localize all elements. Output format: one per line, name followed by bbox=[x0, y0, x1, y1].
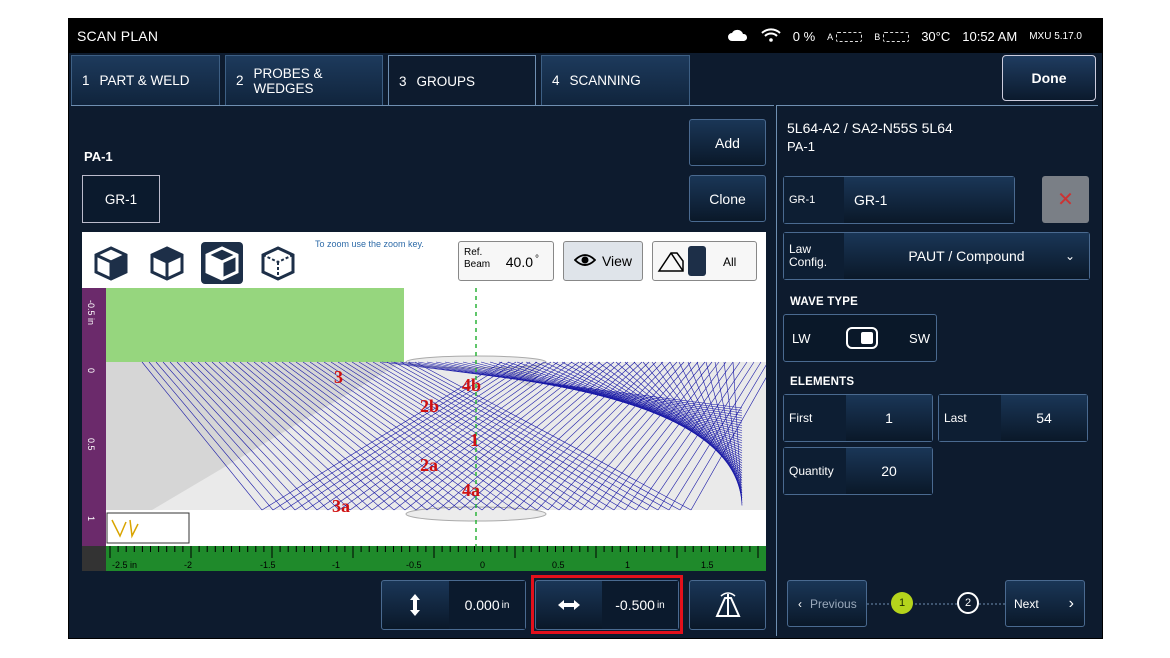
probe-wedge-title: 5L64-A2 / SA2-N55S 5L64 bbox=[787, 120, 953, 136]
weld-zone-label: 4b bbox=[462, 375, 481, 395]
horizontal-ruler-label: -2 bbox=[184, 560, 192, 570]
vertical-offset-control[interactable]: 0.000 in bbox=[381, 580, 526, 630]
add-button[interactable]: Add bbox=[689, 119, 766, 166]
probe-flip-icon bbox=[690, 581, 765, 629]
wave-type-title: WAVE TYPE bbox=[790, 296, 859, 308]
view-button[interactable]: View bbox=[563, 241, 643, 281]
chevron-left-icon: ‹ bbox=[798, 596, 802, 611]
law-config-dropdown[interactable]: Law Config. PAUT / Compound ⌄ bbox=[783, 232, 1090, 280]
battery-percent: 0 % bbox=[792, 29, 816, 44]
first-element-value: 1 bbox=[846, 395, 932, 441]
page-indicator-2[interactable]: 2 bbox=[957, 592, 979, 614]
eye-icon bbox=[573, 253, 597, 270]
ref-beam-value: 40.0 bbox=[505, 254, 533, 270]
scan-plan-screen: SCAN PLAN 0 % A B 30°C 10:52 AM MXU 5.17… bbox=[68, 18, 1103, 639]
tab-part-weld[interactable]: 1 PART & WELD bbox=[71, 55, 220, 105]
wifi-icon bbox=[761, 28, 781, 45]
weld-zone-label: 2a bbox=[420, 455, 438, 475]
group-name-value: GR-1 bbox=[844, 177, 1014, 223]
legend-box bbox=[106, 512, 190, 544]
delete-group-button[interactable]: ✕ bbox=[1042, 176, 1089, 223]
last-element-value: 54 bbox=[1001, 395, 1087, 441]
clock: 10:52 AM bbox=[962, 29, 1018, 44]
vertical-ruler-label: 1 bbox=[86, 516, 96, 521]
zoom-hint: To zoom use the zoom key. bbox=[315, 239, 424, 249]
last-element-field[interactable]: Last 54 bbox=[938, 394, 1088, 442]
view-3d-top-cube-icon[interactable] bbox=[146, 242, 188, 284]
temperature: 30°C bbox=[921, 29, 951, 44]
horizontal-ruler-label: 0.5 bbox=[552, 560, 565, 570]
status-bar: 0 % A B 30°C 10:52 AM MXU 5.17.0 bbox=[727, 28, 1082, 45]
scan-plan-viewer: To zoom use the zoom key. Ref. Beam 40.0 °… bbox=[82, 232, 766, 571]
display-all-toggle[interactable]: All bbox=[652, 241, 757, 281]
version: MXU 5.17.0 bbox=[1029, 31, 1082, 42]
tab-scanning[interactable]: 4 SCANNING bbox=[541, 55, 690, 105]
weld-shape-icon bbox=[657, 249, 685, 278]
tab-probes-wedges[interactable]: 2 PROBES & WEDGES bbox=[225, 55, 383, 105]
previous-button[interactable]: ‹ Previous bbox=[787, 580, 867, 627]
horizontal-ruler-label: -1.5 bbox=[260, 560, 276, 570]
horizontal-ruler-label: -2.5 in bbox=[112, 560, 137, 570]
vertical-ruler-label: 0.5 bbox=[86, 438, 96, 451]
weld-zone-label: 2b bbox=[420, 396, 439, 416]
ref-beam-field[interactable]: Ref. Beam 40.0 ° bbox=[458, 241, 554, 281]
highlight-box bbox=[531, 575, 683, 634]
first-element-field[interactable]: First 1 bbox=[783, 394, 933, 442]
close-icon: ✕ bbox=[1057, 189, 1074, 211]
probe-orientation-button[interactable] bbox=[689, 580, 766, 630]
group-selector-button[interactable]: GR-1 bbox=[82, 175, 160, 223]
weld-beam-scene: 3 4b 2b 1 2a 4a 3a -0.5 in 0 0.5 1 -2.5 in -2 -1.5 -… bbox=[82, 288, 766, 571]
probe-subtitle: PA-1 bbox=[787, 139, 815, 154]
top-bar: SCAN PLAN 0 % A B 30°C 10:52 AM MXU 5.17… bbox=[69, 19, 1102, 53]
vertical-offset-value: 0.000 bbox=[464, 597, 500, 613]
weld-zone-label: 4a bbox=[462, 480, 480, 500]
view-3d-side-cube-icon[interactable] bbox=[201, 242, 243, 284]
app-title: SCAN PLAN bbox=[77, 28, 159, 44]
page-indicator-1[interactable]: 1 bbox=[891, 592, 913, 614]
vertical-arrows-icon bbox=[382, 581, 448, 629]
pager-track bbox=[867, 603, 1007, 605]
horizontal-ruler-label: 1.5 bbox=[701, 560, 714, 570]
quantity-value: 20 bbox=[846, 448, 932, 494]
elements-title: ELEMENTS bbox=[790, 376, 855, 388]
next-button[interactable]: Next › bbox=[1005, 580, 1085, 627]
horizontal-ruler-label: 0 bbox=[480, 560, 485, 570]
clone-button[interactable]: Clone bbox=[689, 175, 766, 222]
horizontal-ruler-label: -0.5 bbox=[406, 560, 422, 570]
group-name-field[interactable]: GR-1 GR-1 bbox=[783, 176, 1015, 224]
weld-zone-label: 3 bbox=[334, 367, 343, 387]
horizontal-ruler-label: -1 bbox=[332, 560, 340, 570]
weld-zone-label: 3a bbox=[332, 496, 350, 516]
cloud-icon bbox=[727, 28, 749, 45]
probe-assembly-label: PA-1 bbox=[84, 149, 113, 164]
chevron-right-icon: › bbox=[1068, 594, 1074, 612]
vertical-ruler bbox=[82, 288, 106, 546]
vertical-ruler-label: -0.5 in bbox=[86, 300, 96, 325]
wave-type-switch[interactable] bbox=[846, 327, 878, 349]
view-3d-front-cube-icon[interactable] bbox=[90, 242, 132, 284]
battery-b-icon: B bbox=[874, 31, 910, 42]
weld-zone-label: 1 bbox=[470, 430, 479, 450]
horizontal-ruler-label: 1 bbox=[625, 560, 630, 570]
tab-groups[interactable]: 3 GROUPS bbox=[388, 55, 536, 107]
law-config-value: PAUT / Compound bbox=[908, 248, 1025, 264]
wedge-block bbox=[106, 288, 404, 362]
done-button[interactable]: Done bbox=[1002, 55, 1096, 101]
vertical-ruler-label: 0 bbox=[86, 368, 96, 373]
chevron-down-icon: ⌄ bbox=[1064, 249, 1075, 263]
quantity-field[interactable]: Quantity 20 bbox=[783, 447, 933, 495]
battery-a-icon: A bbox=[827, 31, 863, 42]
view-3d-transparent-cube-icon[interactable] bbox=[257, 242, 299, 284]
